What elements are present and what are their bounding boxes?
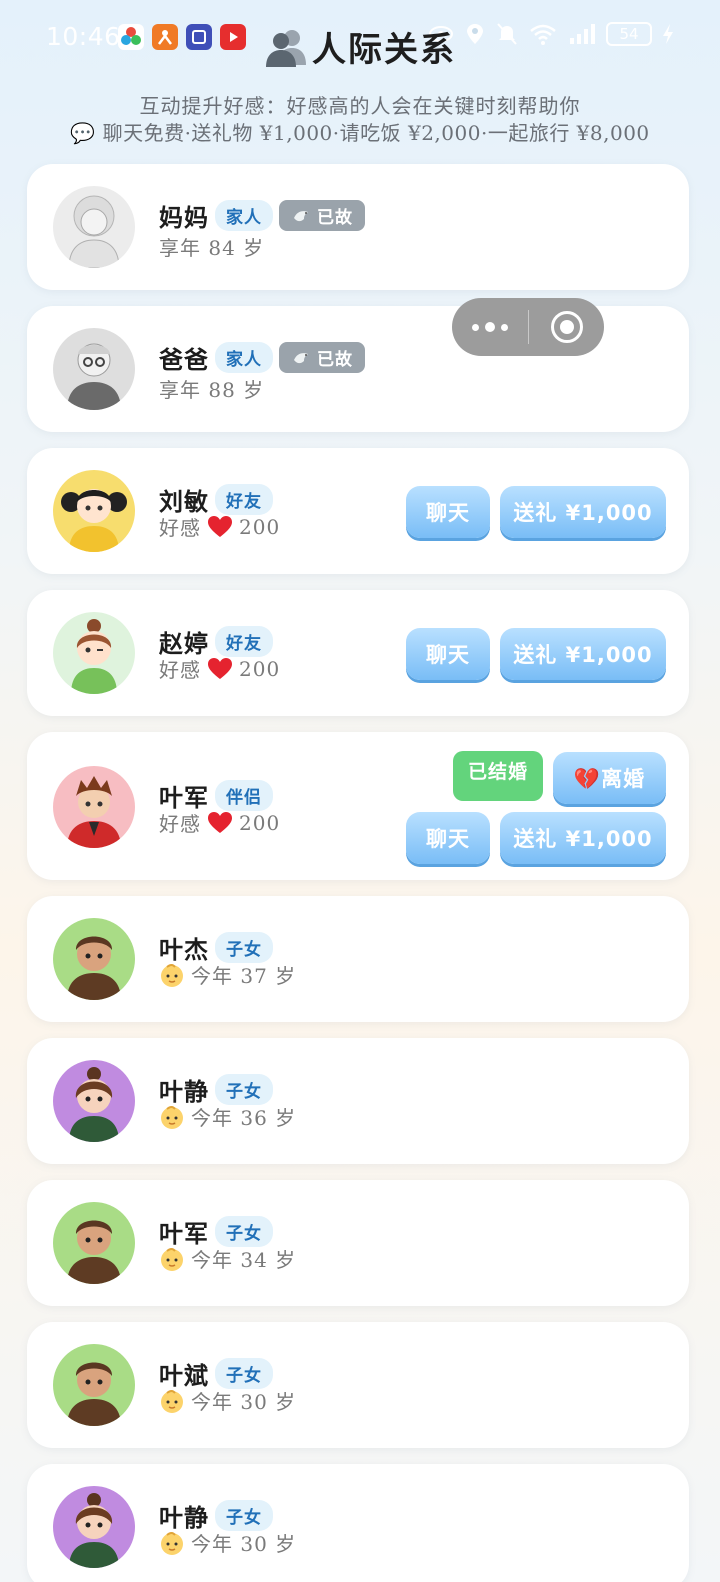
age-text: 今年 36 岁 [191,1106,297,1130]
people-silhouette-icon [266,30,306,67]
gift-button[interactable]: 送礼 ¥1,000 [500,628,666,680]
chat-button[interactable]: 聊天 [406,812,490,864]
price-info: 💬 聊天免费·送礼物 ¥1,000·请吃饭 ¥2,000·一起旅行 ¥8,000 [70,121,650,145]
affection-label: 好感 [159,812,201,836]
avatar [53,1486,135,1568]
avatar [53,470,135,552]
deceased-badge: 已故 [279,200,365,231]
relation-tag: 伴侣 [215,780,273,811]
page-title-text: 人际关系 [312,30,456,70]
age-row: 今年 36 岁 [159,1102,296,1131]
contact-info: 享年 84 岁 [159,236,265,260]
dove-icon [294,352,308,363]
contact-card: 叶杰 子女 今年 37 岁 [27,896,689,1022]
target-icon[interactable] [529,311,604,343]
contact-card: 叶静 子女 今年 36 岁 [27,1038,689,1164]
baby-icon [161,1105,183,1129]
relation-tag: 好友 [215,626,273,657]
name-row: 爸爸 家人 已故 [159,340,365,375]
affection-value: 200 [239,656,281,681]
married-badge: 已结婚 [453,751,543,801]
baby-icon [161,1531,183,1555]
chat-button[interactable]: 聊天 [406,486,490,538]
deceased-badge: 已故 [279,342,365,373]
age-row: 今年 30 岁 [159,1528,296,1557]
relation-tag: 子女 [215,1500,273,1531]
deceased-label: 已故 [317,350,353,370]
more-dots-icon[interactable] [452,322,528,332]
affection-label: 好感 [159,658,201,682]
contact-card: 叶斌 子女 今年 30 岁 [27,1322,689,1448]
avatar [53,186,135,268]
heart-icon [208,515,232,537]
miniprogram-capsule [452,298,604,356]
baby-icon [161,963,183,987]
heart-icon [208,811,232,833]
contact-card: 赵婷 好友 好感 200 聊天 送礼 ¥1,000 [27,590,689,716]
age-text: 今年 30 岁 [191,1390,297,1414]
age-row: 今年 34 岁 [159,1244,296,1273]
heart-icon [208,657,232,679]
contact-card: 妈妈 家人 已故 享年 84 岁 [27,164,689,290]
affection-row: 好感 200 [159,808,280,837]
dove-icon [294,210,308,221]
age-row: 今年 37 岁 [159,960,296,989]
baby-icon [161,1247,183,1271]
relation-tag: 家人 [215,200,273,231]
relation-tag: 子女 [215,1216,273,1247]
age-text: 今年 30 岁 [191,1532,297,1556]
avatar [53,1060,135,1142]
contact-card: 叶静 子女 今年 30 岁 [27,1464,689,1582]
contact-card: 叶军 伴侣 好感 200 已结婚 💔离婚 聊天 送礼 ¥1,000 [27,732,689,880]
age-text: 今年 37 岁 [191,964,297,988]
avatar [53,918,135,1000]
affection-value: 200 [239,810,281,835]
baby-icon [161,1389,183,1413]
avatar [53,1344,135,1426]
contact-name: 妈妈 [159,203,209,232]
contact-name: 爸爸 [159,345,209,374]
contact-card: 刘敏 好友 好感 200 聊天 送礼 ¥1,000 [27,448,689,574]
divorce-button[interactable]: 💔离婚 [553,752,666,804]
affection-label: 好感 [159,516,201,540]
page-title: 人际关系 [0,22,720,71]
contact-card: 叶军 子女 今年 34 岁 [27,1180,689,1306]
affection-row: 好感 200 [159,654,280,683]
affection-row: 好感 200 [159,512,280,541]
relation-tag: 子女 [215,1358,273,1389]
relation-tag: 家人 [215,342,273,373]
avatar [53,612,135,694]
page-subtitle: 互动提升好感：好感高的人会在关键时刻帮助你 [139,94,581,118]
affection-value: 200 [239,514,281,539]
age-text: 今年 34 岁 [191,1248,297,1272]
gift-button[interactable]: 送礼 ¥1,000 [500,812,666,864]
relation-tag: 子女 [215,1074,273,1105]
contact-info: 享年 88 岁 [159,378,265,402]
chat-button[interactable]: 聊天 [406,628,490,680]
name-row: 妈妈 家人 已故 [159,198,365,233]
relation-tag: 子女 [215,932,273,963]
relation-tag: 好友 [215,484,273,515]
gift-button[interactable]: 送礼 ¥1,000 [500,486,666,538]
deceased-label: 已故 [317,208,353,228]
age-row: 今年 30 岁 [159,1386,296,1415]
avatar [53,1202,135,1284]
avatar [53,328,135,410]
avatar [53,766,135,848]
